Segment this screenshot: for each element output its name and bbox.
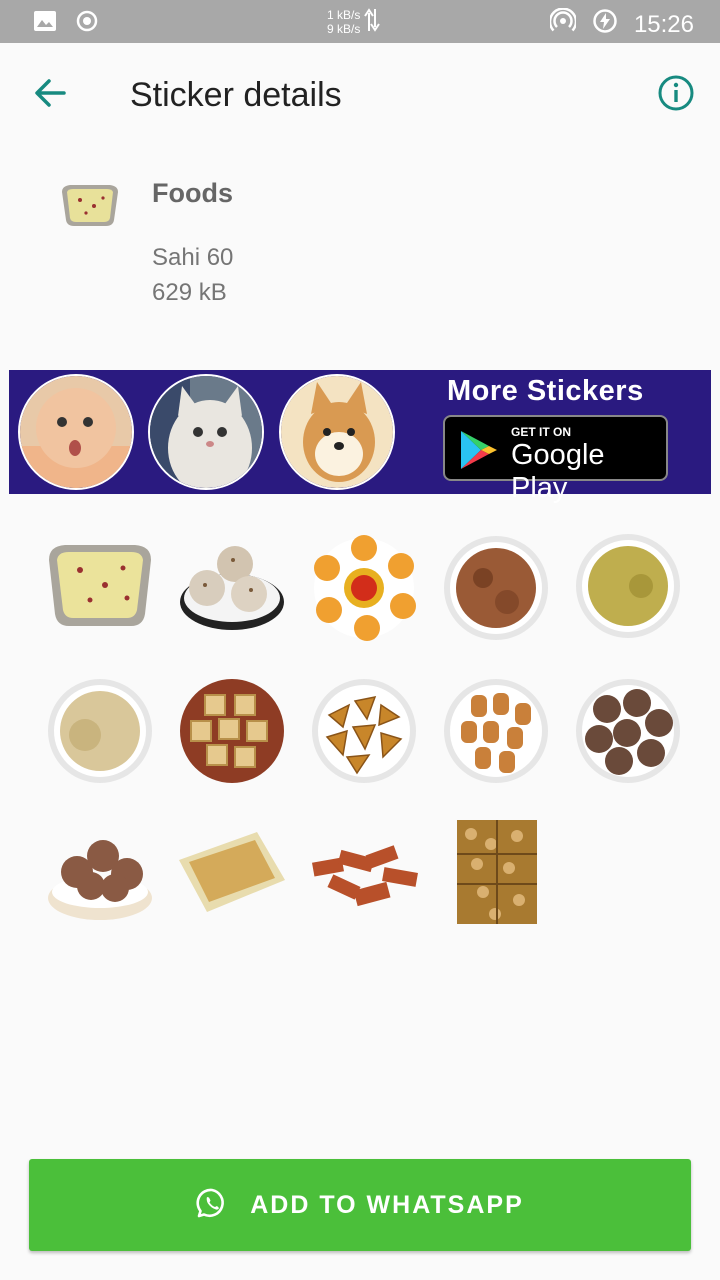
net-up-speed: 1 kB/s bbox=[327, 7, 361, 22]
sticker-barfi[interactable] bbox=[167, 675, 297, 795]
google-play-badge[interactable]: GET IT ON Google Play bbox=[443, 415, 668, 504]
sticker-sesame-bar[interactable] bbox=[167, 820, 297, 940]
app-bar: Sticker details bbox=[0, 43, 720, 147]
add-to-whatsapp-label: ADD TO WHATSAPP bbox=[250, 1190, 524, 1219]
sticker-coconut-laddoo[interactable] bbox=[167, 530, 297, 650]
baby-face-image bbox=[18, 374, 134, 490]
cat-image bbox=[148, 374, 264, 490]
pack-publisher: Sahi 60 bbox=[152, 244, 234, 271]
google-play-icon bbox=[459, 429, 499, 476]
sticker-rice-pudding[interactable] bbox=[35, 530, 165, 650]
sticker-khoya-ball[interactable] bbox=[35, 675, 165, 795]
net-down-speed: 9 kB/s bbox=[327, 21, 361, 36]
sticker-fried-snacks[interactable] bbox=[299, 530, 429, 650]
badge-store-name: Google Play bbox=[511, 439, 605, 504]
doge-image bbox=[279, 374, 395, 490]
status-bar: 1 kB/s 9 kB/s 15:26 bbox=[0, 0, 720, 43]
hotspot-icon bbox=[548, 7, 578, 41]
sticker-sweet-sticks[interactable] bbox=[299, 820, 429, 940]
network-speed: 1 kB/s 9 kB/s bbox=[327, 7, 381, 36]
sticker-yellow-halwa[interactable] bbox=[563, 530, 693, 650]
data-arrows-icon bbox=[364, 7, 381, 36]
add-to-whatsapp-button[interactable]: ADD TO WHATSAPP bbox=[29, 1159, 691, 1251]
page-title: Sticker details bbox=[130, 76, 342, 114]
pack-size: 629 kB bbox=[152, 279, 227, 306]
clock-time: 15:26 bbox=[633, 10, 694, 38]
record-icon bbox=[76, 10, 98, 37]
banner-headline: More Stickers bbox=[447, 375, 644, 407]
sticker-sweet-pieces[interactable] bbox=[431, 675, 561, 795]
more-stickers-banner[interactable]: More Stickers GET IT ON Google Play bbox=[9, 370, 711, 504]
sticker-nut-chikki[interactable] bbox=[431, 820, 561, 940]
back-button[interactable] bbox=[30, 73, 70, 113]
image-icon bbox=[34, 11, 56, 36]
info-button[interactable] bbox=[656, 73, 696, 113]
sticker-brown-halwa[interactable] bbox=[431, 530, 561, 650]
sticker-dry-fruit-laddoo[interactable] bbox=[563, 675, 693, 795]
info-icon bbox=[656, 75, 696, 117]
sticker-samosa[interactable] bbox=[299, 675, 429, 795]
badge-small-text: GET IT ON bbox=[511, 425, 571, 439]
sticker-puffed-rice-balls[interactable] bbox=[35, 820, 165, 940]
arrow-left-icon bbox=[30, 79, 70, 117]
pack-tray-icon bbox=[58, 178, 122, 230]
whatsapp-icon bbox=[196, 1187, 228, 1224]
pack-name: Foods bbox=[152, 178, 233, 208]
battery-charging-icon bbox=[592, 8, 618, 41]
